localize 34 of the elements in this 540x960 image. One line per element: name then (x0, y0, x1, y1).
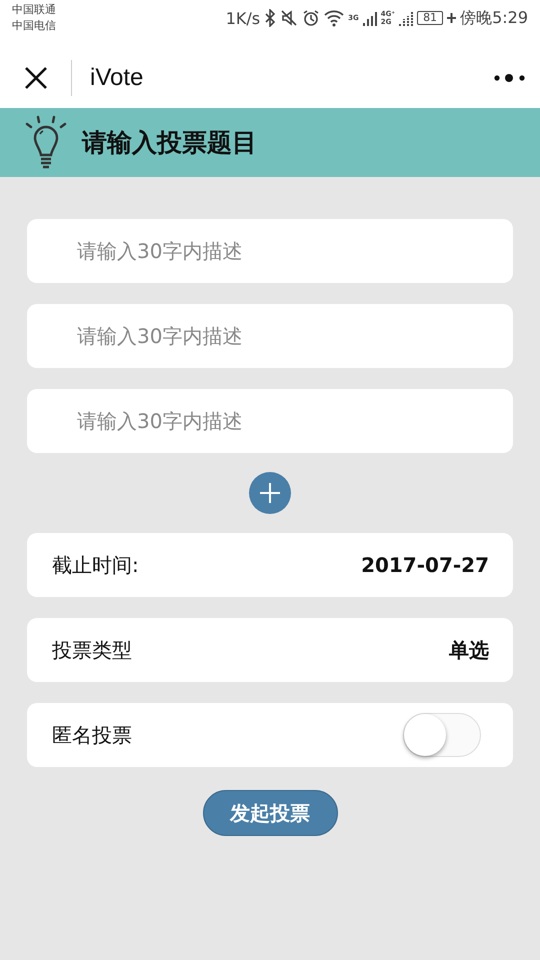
option-field[interactable]: 请输入30字内描述 (27, 219, 513, 283)
banner-title: 请输入投票题目 (82, 127, 257, 159)
close-button[interactable] (24, 66, 48, 90)
alarm-icon (302, 9, 320, 27)
add-option-button[interactable] (249, 472, 291, 514)
clock: 傍晚5:29 (460, 8, 528, 28)
app-title: iVote (90, 64, 144, 92)
lightbulb-icon (24, 114, 68, 170)
setting-label: 截止时间: (52, 552, 139, 578)
network-speed: 1K/s (226, 8, 260, 28)
more-icon (494, 73, 526, 83)
carrier-name: 中国联通 (12, 2, 56, 18)
submit-button[interactable]: 发起投票 (202, 790, 338, 836)
battery-indicator: 81 (417, 11, 444, 25)
signal-icon (362, 10, 377, 26)
setting-label: 投票类型 (52, 636, 132, 664)
option-field[interactable]: 请输入30字内描述 (27, 304, 513, 368)
mute-icon (280, 9, 298, 27)
bluetooth-icon (264, 9, 276, 27)
more-button[interactable] (494, 73, 526, 83)
toggle-switch[interactable] (403, 713, 481, 757)
option-field[interactable]: 请输入30字内描述 (27, 389, 513, 453)
charging-icon (447, 13, 456, 23)
setting-value: 单选 (449, 636, 489, 664)
plus-icon (260, 483, 280, 503)
signal-icon (399, 10, 414, 26)
setting-label: 匿名投票 (52, 722, 132, 748)
setting-value: 2017-07-27 (361, 553, 489, 577)
setting-row[interactable]: 投票类型 单选 (27, 618, 513, 682)
wifi-icon (324, 9, 344, 27)
close-icon (24, 66, 48, 90)
setting-row[interactable]: 匿名投票 (27, 703, 513, 767)
setting-row[interactable]: 截止时间: 2017-07-27 (27, 533, 513, 597)
carrier-name: 中国电信 (12, 18, 56, 34)
